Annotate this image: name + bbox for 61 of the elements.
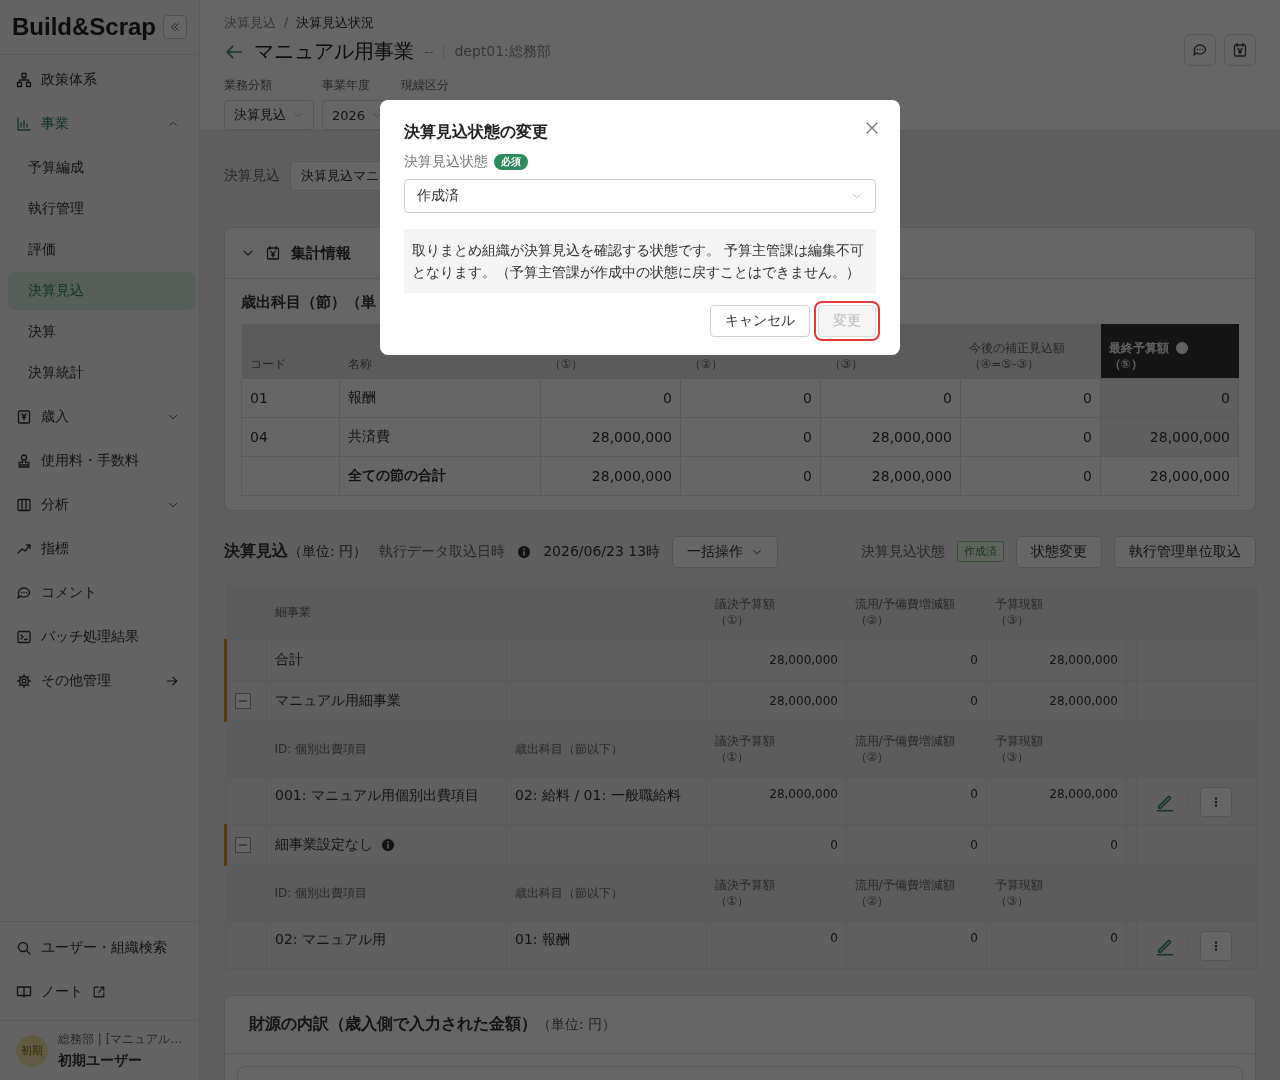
avatar: 初期 (16, 1034, 48, 1067)
table-cell: 0 (846, 920, 987, 968)
status-badge: 作成済 (957, 541, 1004, 562)
table-cell: 0 (706, 920, 847, 968)
table-cell: 0 (540, 378, 681, 417)
field-label: 決算見込状態 (404, 153, 488, 171)
column-header: 最終予算額 （⑤） (1100, 324, 1239, 378)
table-cell: 共済費 (339, 417, 541, 456)
table-cell: 28,000,000 (540, 417, 681, 456)
table-cell: 0 (820, 378, 961, 417)
table-cell: 02: 給料 / 01: 一般職給料 (506, 776, 707, 824)
filter-label: 業務分類 (224, 77, 273, 94)
table-cell: 0 (680, 417, 821, 456)
table-cell: 01: 報酬 (506, 920, 707, 968)
table-cell: 全ての節の合計 (339, 456, 541, 495)
table-cell: 0 (986, 824, 1127, 865)
table-cell: 02: マニュアル用 (266, 920, 507, 968)
table-cell: 28,000,000 (540, 456, 681, 495)
table-cell: 001: マニュアル用個別出費項目 (266, 776, 507, 824)
table-cell: 0 (960, 456, 1101, 495)
description: 取りまとめ組織が決算見込を確認する状態です。 予算主管課は編集不可となります。（予算主管課が作成中の状態に戻すことはできません。） (404, 229, 876, 293)
table-cell: 合計 (266, 639, 507, 680)
table-cell: 28,000,000 (1100, 417, 1239, 456)
table-cell: 0 (1100, 378, 1239, 417)
logo: Build&Scrap (12, 13, 157, 41)
table-cell: 0 (680, 456, 821, 495)
table-cell: 細事業設定なし (275, 835, 498, 854)
table-cell: 0 (986, 920, 1127, 968)
table-cell: 28,000,000 (986, 776, 1127, 824)
dialog-title: 決算見込状態の変更 (404, 122, 548, 143)
table-cell: 0 (706, 824, 847, 865)
section-title: 財源の内訳（歳入側で入力された金額）（単位: 円） (225, 995, 1255, 1054)
table-cell: 0 (680, 378, 821, 417)
table-cell: 28,000,000 (986, 639, 1127, 680)
table-cell: 28,000,000 (986, 680, 1127, 721)
table-cell: 0 (846, 824, 987, 865)
table-cell: 0 (960, 417, 1101, 456)
table-cell: 報酬 (339, 378, 541, 417)
table-cell: 28,000,000 (706, 776, 847, 824)
user-name: 初期ユーザー (58, 1052, 143, 1070)
table-cell: 01 (241, 378, 340, 417)
breadcrumb-item: 決算見込状況 (296, 14, 375, 32)
page-title: マニュアル用事業 (254, 38, 414, 65)
table-cell: 28,000,000 (820, 417, 961, 456)
table-cell: 28,000,000 (706, 680, 847, 721)
table-cell: 28,000,000 (1100, 456, 1239, 495)
table-cell: 04 (241, 417, 340, 456)
table-cell-text: マニュアル用細事業 (275, 691, 402, 710)
title-separator: -- (424, 44, 434, 59)
section-title: 決算見込（単位: 円） (224, 541, 368, 562)
table-cell: 28,000,000 (706, 639, 847, 680)
required-badge: 必須 (494, 154, 528, 170)
table-cell: 0 (960, 378, 1101, 417)
table-cell: 28,000,000 (820, 456, 961, 495)
table-cell: 0 (846, 776, 987, 824)
import-time: 2026/06/23 13時 (543, 542, 661, 561)
breadcrumb-separator: / (284, 14, 289, 31)
table-title: 歳出科目（節）（単 (241, 293, 377, 312)
table-cell: 0 (846, 639, 987, 680)
table-cell: 0 (846, 680, 987, 721)
card-title: 集計情報 (291, 243, 351, 263)
